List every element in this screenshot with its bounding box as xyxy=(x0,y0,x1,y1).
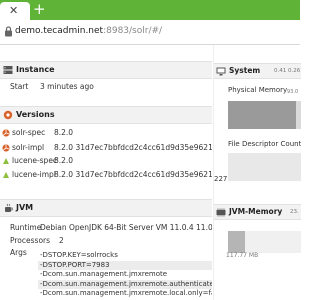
processors-value: 2 xyxy=(59,236,64,245)
args-label: Args xyxy=(10,248,27,257)
jvm-arg: -Dcom.sun.management.jmxremote.local.onl… xyxy=(40,289,212,297)
close-tab-icon[interactable]: ✕ xyxy=(9,4,18,18)
version-value: 8.2.0 31d7ec7bbfdcd2c4cc61d9d35e96216541… xyxy=(54,143,212,152)
new-tab-button[interactable]: + xyxy=(33,1,46,17)
jvm-arg: -Dcom.sun.management.jmxremote.authentic… xyxy=(38,279,212,289)
jvm-arg: -DSTOP.PORT=7983 xyxy=(38,260,212,270)
url-host: demo.tecadmin.net xyxy=(15,26,104,36)
version-row: lucene-impl 8.2.0 31d7ec7bbfdcd2c4cc61d9… xyxy=(2,170,212,181)
physical-memory-label: Physical Memory xyxy=(228,86,288,94)
system-header: System 0.41 0.26 0. xyxy=(214,63,301,79)
jvm-icon xyxy=(5,203,13,212)
browser-tab[interactable]: ✕ xyxy=(0,2,30,20)
processors-label: Processors xyxy=(10,236,51,245)
physical-memory-bar-fill xyxy=(228,101,296,129)
jvm-title: JVM xyxy=(16,203,34,212)
version-name: lucene-spec xyxy=(12,156,58,165)
version-name: solr-impl xyxy=(12,143,45,152)
lucene-icon xyxy=(3,158,9,164)
jvm-memory-bar xyxy=(228,231,301,253)
solr-icon xyxy=(2,144,10,152)
start-value: 3 minutes ago xyxy=(40,82,94,91)
version-value: 8.2.0 xyxy=(54,128,74,137)
monitor-icon xyxy=(216,67,226,76)
lock-icon xyxy=(5,26,12,37)
jvm-memory-title: JVM-Memory xyxy=(229,207,283,216)
memory-icon xyxy=(216,208,226,217)
start-label: Start xyxy=(10,82,29,91)
solr-icon xyxy=(2,129,10,137)
version-name: solr-spec xyxy=(12,128,46,137)
version-name: lucene-impl xyxy=(12,170,56,179)
jvm-memory-percent: 23. xyxy=(290,209,299,215)
jvm-arg: -DSTOP.KEY=solrrocks xyxy=(40,251,118,259)
physical-memory-bar xyxy=(228,101,301,129)
jvm-arg: -Dcom.sun.management.jmxremote xyxy=(40,270,168,278)
file-descriptor-bar xyxy=(228,153,301,181)
jvm-memory-used: 117.77 MB xyxy=(226,252,259,259)
version-row: solr-impl 8.2.0 31d7ec7bbfdcd2c4cc61d9d3… xyxy=(2,143,212,154)
file-descriptor-value: 227 xyxy=(214,175,228,183)
versions-header: Versions xyxy=(0,106,212,124)
dashboard-right-column: System 0.41 0.26 0. Physical Memory 93.0… xyxy=(213,45,301,300)
system-title: System xyxy=(229,66,261,75)
jvm-memory-header: JVM-Memory 23. xyxy=(214,204,301,220)
file-descriptor-label: File Descriptor Count xyxy=(228,140,301,148)
version-row: solr-spec 8.2.0 xyxy=(2,128,212,139)
version-value: 8.2.0 31d7ec7bbfdcd2c4cc61d9d35e96216541… xyxy=(54,170,212,179)
physical-memory-percent: 93.0 xyxy=(287,89,299,95)
dashboard-left-column: Instance Start 3 minutes ago Versions so… xyxy=(0,45,212,300)
url-path: :8983/solr/#/ xyxy=(103,26,163,36)
jvm-header: JVM xyxy=(0,199,212,217)
versions-title: Versions xyxy=(16,110,55,119)
version-value: 8.2.0 xyxy=(54,156,74,165)
server-icon xyxy=(3,66,13,74)
jvm-args-list: -DSTOP.KEY=solrrocks -DSTOP.PORT=7983 -D… xyxy=(38,251,212,299)
runtime-value: Debian OpenJDK 64-Bit Server VM 11.0.4 1… xyxy=(40,223,212,232)
lucene-icon xyxy=(3,172,9,178)
browser-tab-bar: ✕ + xyxy=(0,0,300,20)
versions-icon xyxy=(3,110,13,120)
version-row: lucene-spec 8.2.0 xyxy=(2,156,212,167)
system-load: 0.41 0.26 0. xyxy=(274,68,301,74)
jvm-memory-bar-fill xyxy=(228,231,245,253)
instance-header: Instance xyxy=(0,61,212,79)
address-bar[interactable]: demo.tecadmin.net:8983/solr/#/ xyxy=(0,20,300,45)
instance-title: Instance xyxy=(16,65,55,74)
url-text[interactable]: demo.tecadmin.net:8983/solr/#/ xyxy=(15,26,162,37)
runtime-label: Runtime xyxy=(10,223,42,232)
